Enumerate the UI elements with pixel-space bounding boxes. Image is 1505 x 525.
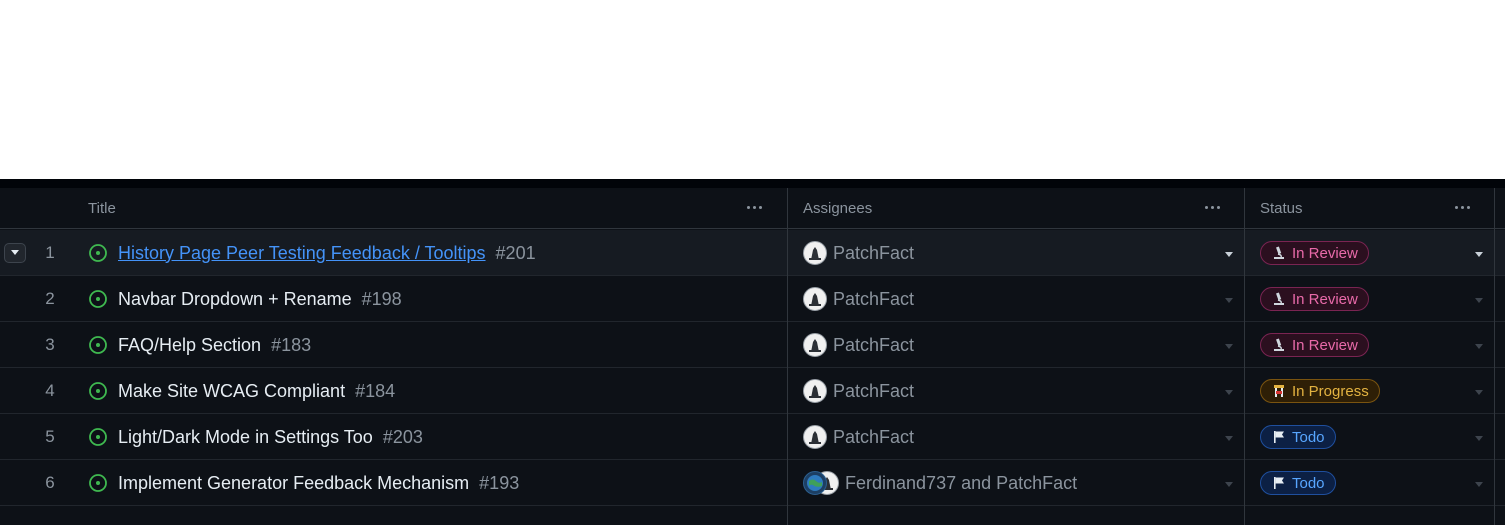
- assignee-name[interactable]: PatchFact: [833, 276, 914, 322]
- assignee-name[interactable]: PatchFact: [833, 322, 914, 368]
- open-issue-icon: [89, 382, 107, 400]
- table-top-bar: [0, 179, 1505, 188]
- avatar: [803, 425, 827, 449]
- column-divider: [1494, 188, 1495, 525]
- row-expand-button[interactable]: [4, 243, 26, 263]
- assignee-name[interactable]: PatchFact: [833, 368, 914, 414]
- table-row[interactable]: 6 Implement Generator Feedback Mechanism…: [0, 460, 1505, 506]
- assignee-name[interactable]: PatchFact: [833, 230, 914, 276]
- status-label: Todo: [1292, 428, 1325, 446]
- issue-title-cell: Navbar Dropdown + Rename #198: [118, 276, 402, 322]
- assignee-name[interactable]: PatchFact: [833, 414, 914, 460]
- assignees-dropdown-icon[interactable]: [1225, 482, 1233, 487]
- assignees-column-menu-icon[interactable]: [1200, 198, 1224, 216]
- row-number: 6: [45, 473, 55, 492]
- status-badge[interactable]: Todo: [1260, 471, 1336, 495]
- status-dropdown-icon[interactable]: [1475, 436, 1483, 441]
- microscope-icon: [1272, 292, 1286, 306]
- issue-title-link[interactable]: Navbar Dropdown + Rename: [118, 289, 352, 310]
- issue-title-cell: FAQ/Help Section #183: [118, 322, 311, 368]
- status-badge[interactable]: In Review: [1260, 333, 1369, 357]
- table-header: Title Assignees Status: [0, 188, 1505, 229]
- status-label: In Progress: [1292, 382, 1369, 400]
- avatar: [803, 241, 827, 265]
- issue-number: #184: [355, 380, 396, 401]
- microscope-icon: [1272, 246, 1286, 260]
- project-table: Title Assignees Status 1 History Page Pe…: [0, 179, 1505, 525]
- assignees-dropdown-icon[interactable]: [1225, 298, 1233, 303]
- status-label: In Review: [1292, 336, 1358, 354]
- column-header-title[interactable]: Title: [88, 188, 116, 228]
- issue-title-link[interactable]: Implement Generator Feedback Mechanism: [118, 473, 469, 494]
- status-dropdown-icon[interactable]: [1475, 344, 1483, 349]
- status-label: In Review: [1292, 290, 1358, 308]
- issue-title-link[interactable]: FAQ/Help Section: [118, 335, 261, 356]
- table-row[interactable]: 1 History Page Peer Testing Feedback / T…: [0, 230, 1505, 276]
- row-number: 5: [45, 427, 55, 446]
- assignees-dropdown-icon[interactable]: [1225, 390, 1233, 395]
- row-number: 1: [45, 243, 55, 262]
- assignee-name[interactable]: Ferdinand737 and PatchFact: [845, 460, 1077, 506]
- status-badge[interactable]: Todo: [1260, 425, 1336, 449]
- row-number: 3: [45, 335, 55, 354]
- issue-title-link[interactable]: History Page Peer Testing Feedback / Too…: [118, 243, 486, 264]
- column-divider: [787, 188, 788, 525]
- assignees-dropdown-icon[interactable]: [1225, 252, 1233, 257]
- row-number: 4: [45, 381, 55, 400]
- issue-title-link[interactable]: Light/Dark Mode in Settings Too: [118, 427, 373, 448]
- open-issue-icon: [89, 244, 107, 262]
- open-issue-icon: [89, 428, 107, 446]
- row-number: 2: [45, 289, 55, 308]
- column-header-status[interactable]: Status: [1260, 188, 1303, 228]
- status-badge[interactable]: In Progress: [1260, 379, 1380, 403]
- issue-title-cell: Implement Generator Feedback Mechanism #…: [118, 460, 519, 506]
- status-badge[interactable]: In Review: [1260, 241, 1369, 265]
- issue-number: #183: [271, 334, 312, 355]
- avatar: [803, 379, 827, 403]
- microscope-icon: [1272, 338, 1286, 352]
- status-dropdown-icon[interactable]: [1475, 390, 1483, 395]
- table-row[interactable]: 4 Make Site WCAG Compliant #184 PatchFac…: [0, 368, 1505, 414]
- issue-number: #198: [361, 288, 402, 309]
- issue-number: #193: [479, 472, 520, 493]
- column-divider: [1244, 188, 1245, 525]
- issue-title-cell: Make Site WCAG Compliant #184: [118, 368, 395, 414]
- table-footer: [0, 508, 1505, 525]
- issue-title-link[interactable]: Make Site WCAG Compliant: [118, 381, 345, 402]
- construction-icon: [1272, 384, 1286, 398]
- avatar: [803, 333, 827, 357]
- avatar: [803, 287, 827, 311]
- issue-title-cell: History Page Peer Testing Feedback / Too…: [118, 230, 536, 276]
- status-badge[interactable]: In Review: [1260, 287, 1369, 311]
- table-row[interactable]: 3 FAQ/Help Section #183 PatchFact In Rev…: [0, 322, 1505, 368]
- column-header-assignees[interactable]: Assignees: [803, 188, 872, 228]
- open-issue-icon: [89, 474, 107, 492]
- issue-title-cell: Light/Dark Mode in Settings Too #203: [118, 414, 423, 460]
- assignees-dropdown-icon[interactable]: [1225, 344, 1233, 349]
- open-issue-icon: [89, 336, 107, 354]
- status-column-menu-icon[interactable]: [1450, 198, 1474, 216]
- caret-down-icon: [11, 250, 19, 255]
- status-dropdown-icon[interactable]: [1475, 252, 1483, 257]
- assignees-dropdown-icon[interactable]: [1225, 436, 1233, 441]
- issue-number: #201: [495, 242, 536, 263]
- flag-icon: [1272, 430, 1286, 444]
- open-issue-icon: [89, 290, 107, 308]
- issue-number: #203: [382, 426, 423, 447]
- status-label: In Review: [1292, 244, 1358, 262]
- status-label: Todo: [1292, 474, 1325, 492]
- avatar: [803, 471, 827, 495]
- title-column-menu-icon[interactable]: [742, 198, 766, 216]
- flag-icon: [1272, 476, 1286, 490]
- table-row[interactable]: 2 Navbar Dropdown + Rename #198 PatchFac…: [0, 276, 1505, 322]
- table-row[interactable]: 5 Light/Dark Mode in Settings Too #203 P…: [0, 414, 1505, 460]
- status-dropdown-icon[interactable]: [1475, 482, 1483, 487]
- status-dropdown-icon[interactable]: [1475, 298, 1483, 303]
